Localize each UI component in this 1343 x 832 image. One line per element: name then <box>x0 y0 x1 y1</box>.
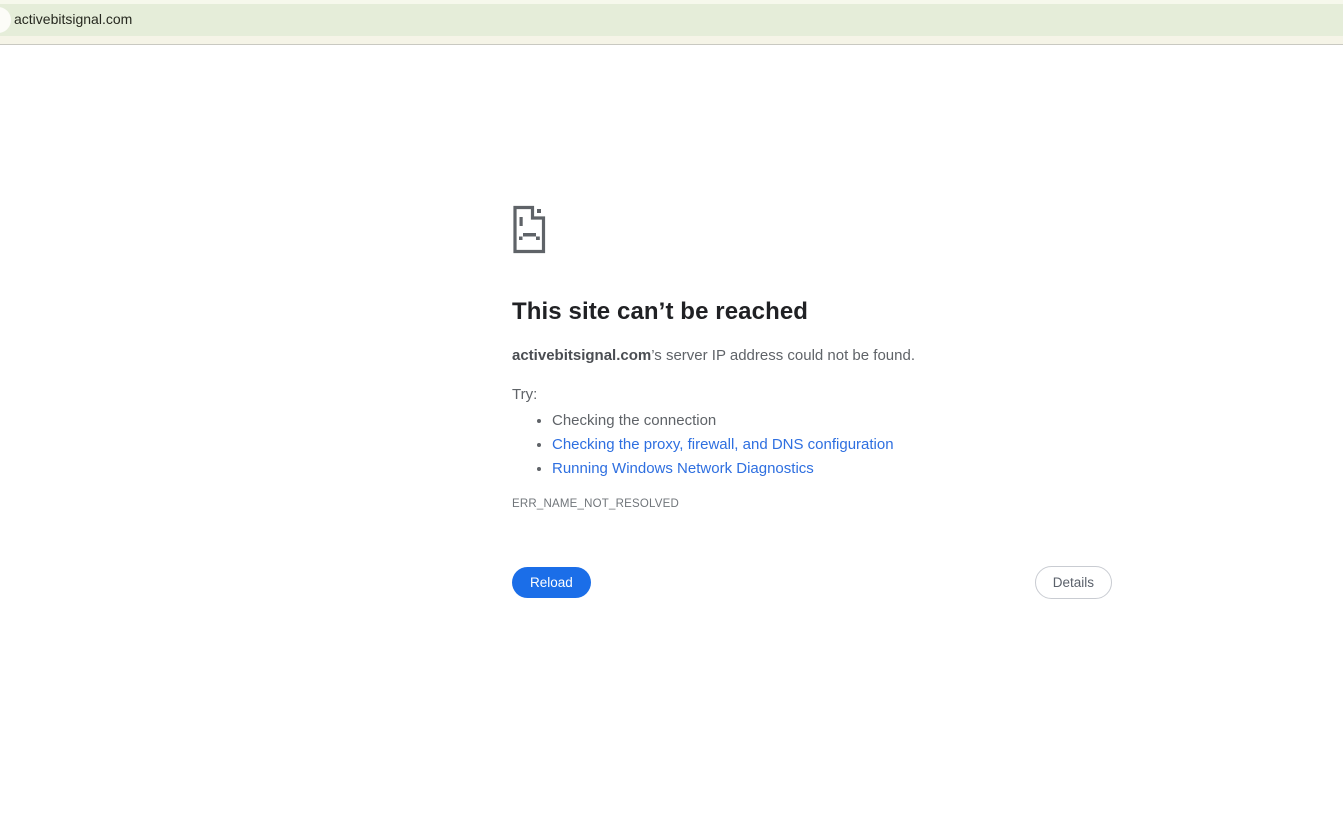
suggestion-item: Running Windows Network Diagnostics <box>552 457 1112 481</box>
browser-toolbar <box>0 36 1343 45</box>
active-tab-label[interactable]: activebitsignal.com <box>14 11 132 27</box>
details-button[interactable]: Details <box>1034 566 1112 599</box>
reload-button[interactable]: Reload <box>512 567 591 598</box>
suggestions-list: Checking the connection Checking the pro… <box>512 409 1112 481</box>
try-label: Try: <box>512 386 538 403</box>
error-subtitle: activebitsignal.com’s server IP address … <box>512 346 1112 366</box>
page-title: This site can’t be reached <box>512 298 809 325</box>
tab-strip: activebitsignal.com <box>0 4 1343 36</box>
error-code: ERR_NAME_NOT_RESOLVED <box>512 498 679 510</box>
network-diagnostics-link[interactable]: Running Windows Network Diagnostics <box>552 460 814 477</box>
browser-chrome: activebitsignal.com <box>0 0 1343 45</box>
proxy-firewall-dns-link[interactable]: Checking the proxy, firewall, and DNS co… <box>552 436 894 453</box>
sad-document-icon <box>513 205 546 254</box>
suggestion-item: Checking the proxy, firewall, and DNS co… <box>552 433 1112 457</box>
error-subtitle-domain: activebitsignal.com <box>512 347 652 364</box>
buttons-row: Reload Details <box>512 566 1112 599</box>
error-page-content: This site can’t be reached activebitsign… <box>512 205 1112 599</box>
error-subtitle-rest: ’s server IP address could not be found. <box>651 347 915 364</box>
suggestion-text: Checking the connection <box>552 412 717 429</box>
suggestion-item: Checking the connection <box>552 409 1112 433</box>
tab-favicon-circle <box>0 7 11 33</box>
